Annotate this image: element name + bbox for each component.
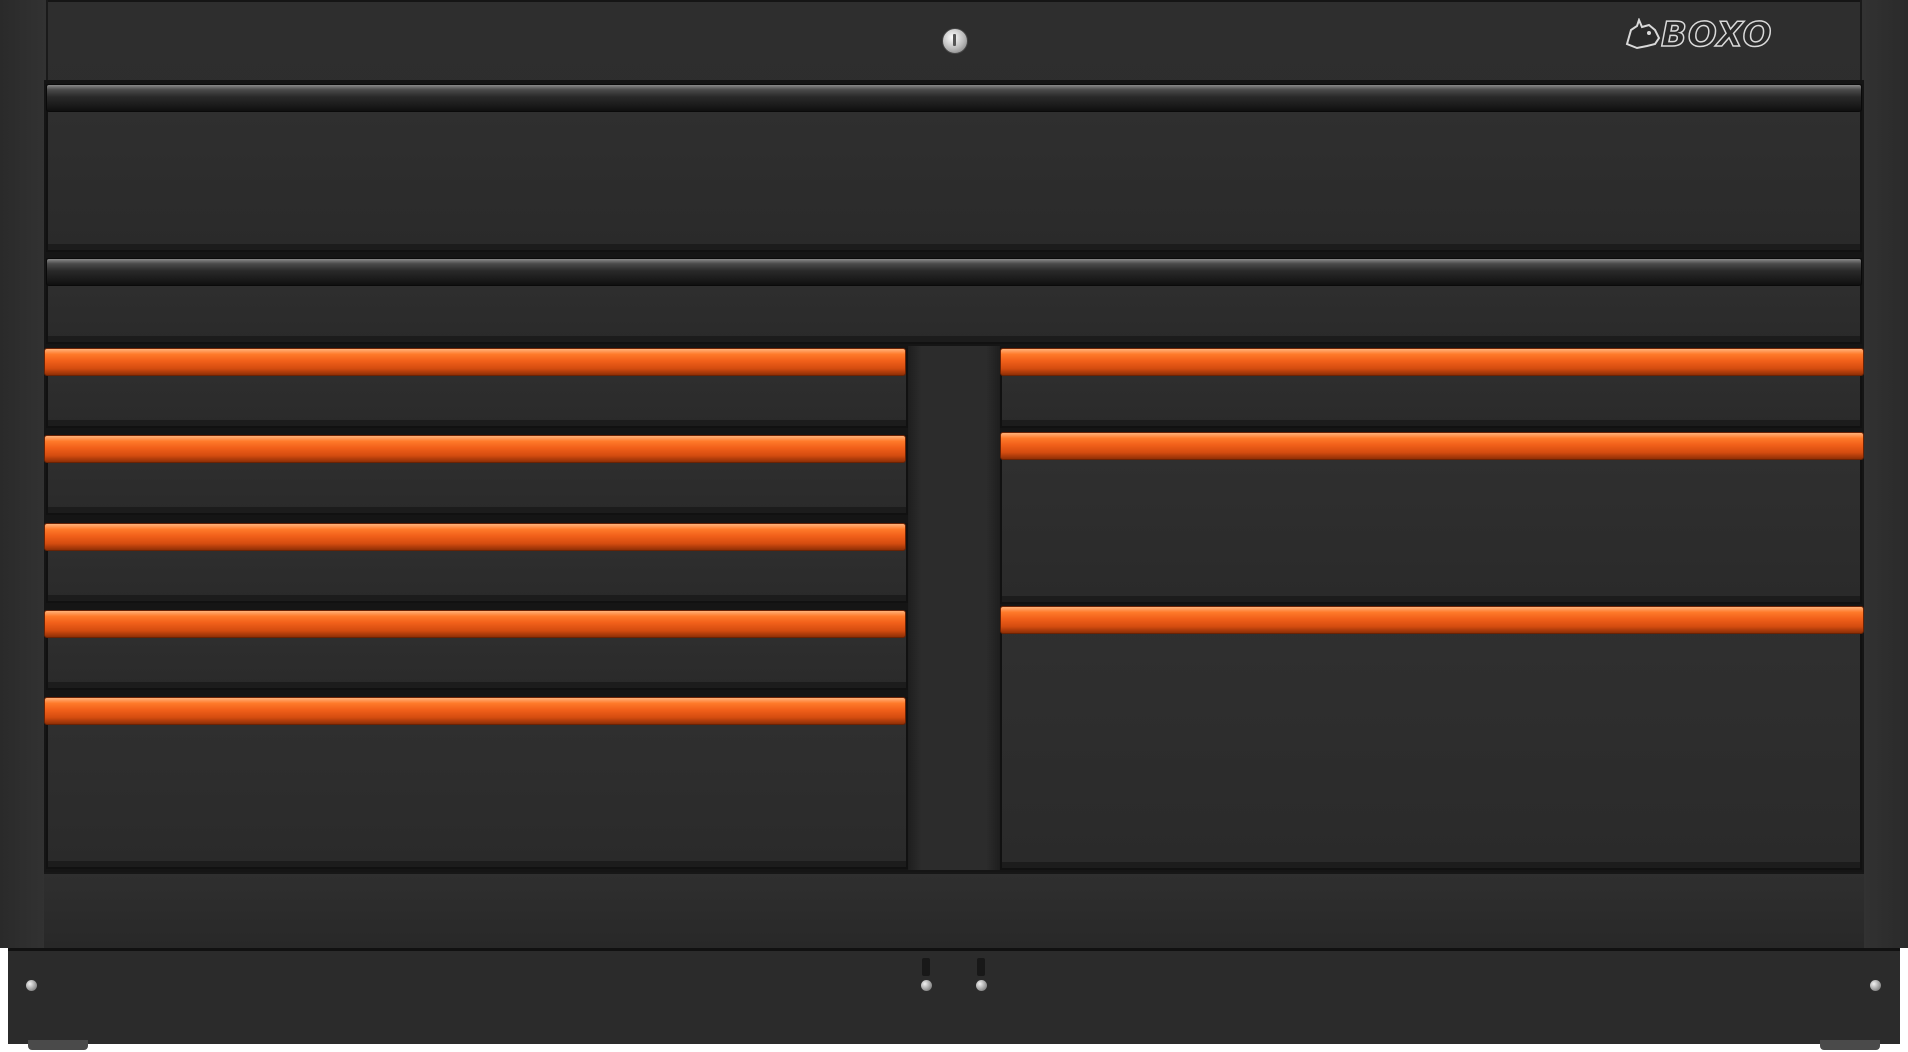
screw-icon (26, 980, 37, 991)
drawer-bottom-edge (48, 507, 906, 513)
top-drawer-2-handle[interactable] (46, 258, 1862, 286)
cabinet-side-left (0, 0, 48, 948)
drawer-bottom-edge (1002, 596, 1860, 602)
drawer-bottom-edge (48, 336, 1860, 342)
latch-icon (977, 958, 985, 976)
drawer-bottom-edge (48, 861, 906, 867)
lock-keyhole-icon[interactable] (942, 28, 968, 54)
drawer-bottom-edge (48, 244, 1860, 250)
cabinet-side-right (1860, 0, 1908, 948)
drawer-bottom-edge (48, 420, 906, 426)
drawer-bottom-edge (48, 682, 906, 688)
latch-icon (922, 958, 930, 976)
screw-icon (921, 980, 932, 991)
left-drawer-3-handle[interactable] (44, 523, 906, 551)
drawer-bottom-edge (1002, 862, 1860, 868)
cabinet-kick-panel (44, 872, 1864, 948)
left-drawer-1-handle[interactable] (44, 348, 906, 376)
right-drawer-3-handle[interactable] (1000, 606, 1864, 634)
brand-logo: BOXO (1625, 15, 1773, 55)
center-divider (908, 346, 1000, 870)
top-drawer-1-handle[interactable] (46, 84, 1862, 112)
right-drawer-1-handle[interactable] (1000, 348, 1864, 376)
right-drawer-2-handle[interactable] (1000, 432, 1864, 460)
right-drawer-3[interactable] (1000, 606, 1862, 870)
screw-icon (1870, 980, 1881, 991)
drawer-bottom-edge (48, 595, 906, 601)
cabinet-base (8, 948, 1900, 1044)
rhino-logo-icon (1625, 18, 1661, 50)
tool-cabinet: BOXO (0, 0, 1908, 1052)
left-drawer-4-handle[interactable] (44, 610, 906, 638)
screw-icon (976, 980, 987, 991)
drawer-bottom-edge (1002, 420, 1860, 426)
left-drawer-5-handle[interactable] (44, 697, 906, 725)
brand-logo-text: BOXO (1660, 15, 1773, 55)
foot-left (28, 1040, 88, 1050)
left-drawer-2-handle[interactable] (44, 435, 906, 463)
foot-right (1820, 1040, 1880, 1050)
